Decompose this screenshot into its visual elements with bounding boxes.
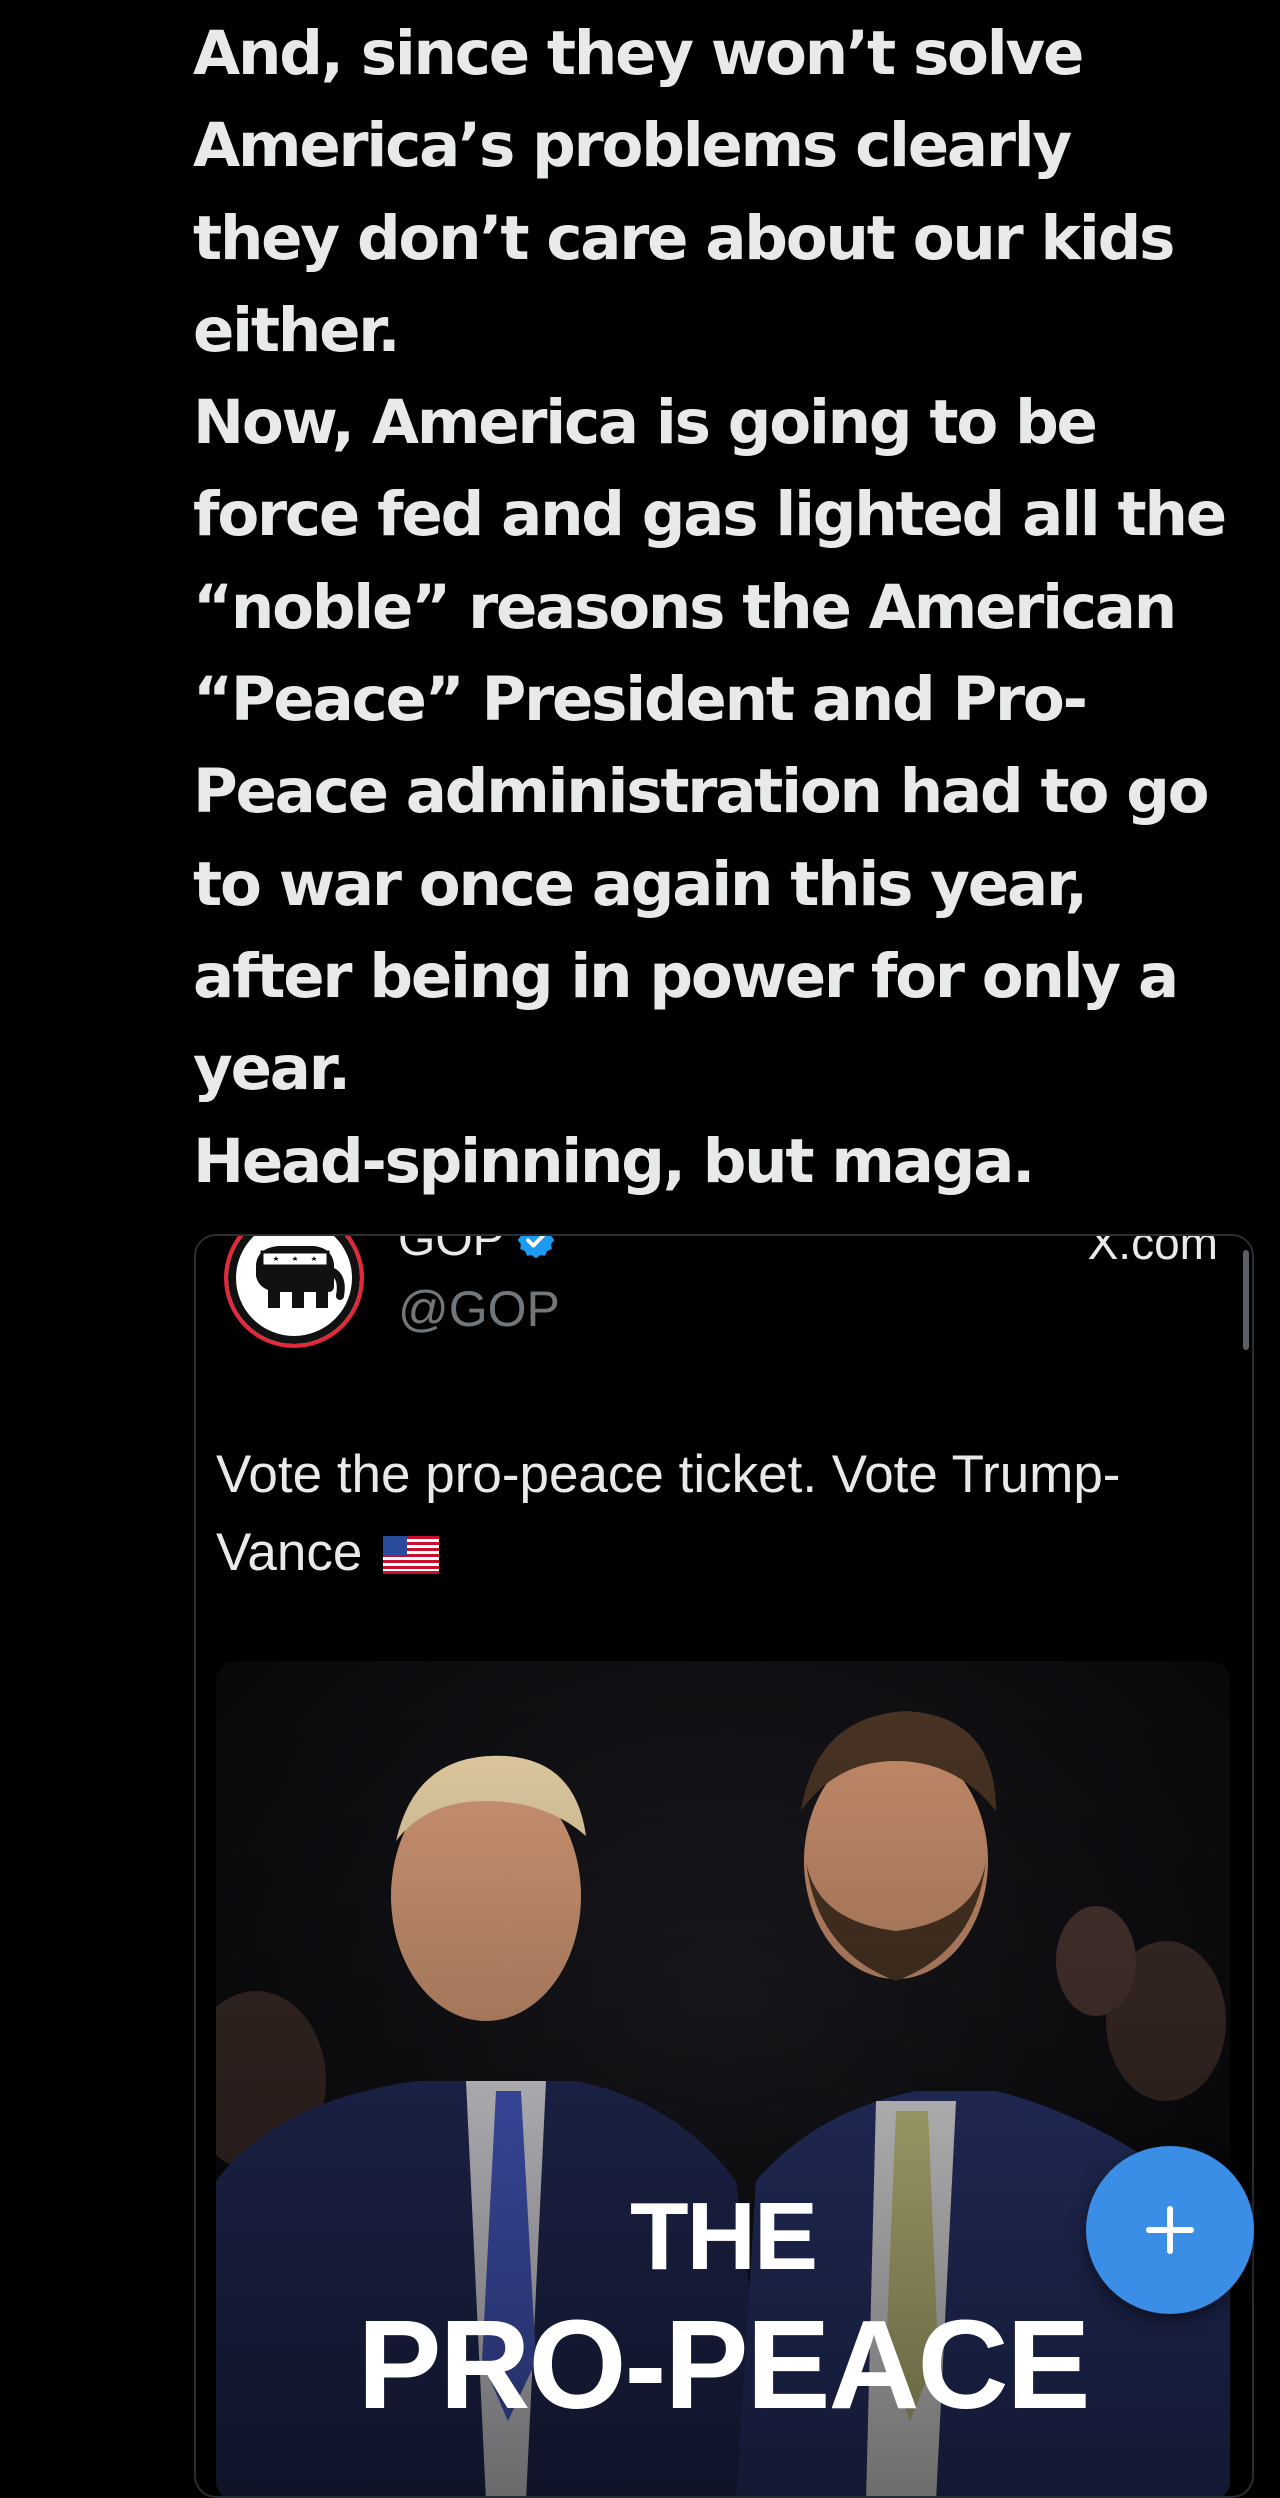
embedded-author-name[interactable]: GOP	[398, 1234, 557, 1267]
post-text-line: “noble” reasons the American	[193, 571, 1177, 643]
card-scrollbar[interactable]	[1243, 1250, 1249, 1350]
embedded-post-text: Vote the pro-peace ticket. Vote Trump-Va…	[216, 1436, 1226, 1592]
post-text: And, since they won’t solve America’s pr…	[193, 8, 1263, 1208]
post-text-line: Head-spinning, but maga.	[193, 1125, 1035, 1197]
post-text-line: to war once again this year,	[193, 848, 1088, 920]
media-caption-line-2: PRO-PEACE	[357, 2294, 1090, 2435]
embedded-post-card[interactable]: GOP @GOP X.com Vote the pro-peace ticket…	[194, 1234, 1254, 2498]
compose-post-button[interactable]	[1086, 2146, 1254, 2314]
post-text-line: they don’t care about our kids	[193, 202, 1175, 274]
post-text-line: Peace administration had to go	[193, 756, 1210, 828]
gop-elephant-logo	[228, 1236, 360, 1344]
post-text-line: “Peace” President and Pro-	[193, 664, 1088, 736]
embedded-author-name-text: GOP	[398, 1234, 505, 1266]
post-text-line: either.	[193, 294, 401, 366]
verified-badge-icon	[515, 1236, 557, 1261]
post-text-line: America’s problems clearly	[193, 110, 1072, 182]
plus-icon	[1146, 2206, 1194, 2254]
post-text-line: And, since they won’t solve	[193, 18, 1084, 89]
embedded-media-image[interactable]: THE PRO-PEACE	[216, 1661, 1230, 2496]
media-caption-line-1: THE	[630, 2183, 818, 2290]
embedded-source-link[interactable]: X.com	[1088, 1236, 1218, 1270]
post-text-line: force fed and gas lighted all the	[193, 479, 1227, 551]
us-flag-icon	[383, 1536, 440, 1574]
post-text-line: year.	[193, 1033, 351, 1105]
avatar[interactable]	[228, 1236, 360, 1344]
embedded-post-text-content: Vote the pro-peace ticket. Vote Trump-Va…	[216, 1445, 1121, 1582]
post-text-line: Now, America is going to be	[193, 387, 1098, 459]
embedded-author-handle[interactable]: @GOP	[398, 1280, 560, 1338]
post-text-line: after being in power for only a	[193, 940, 1179, 1012]
